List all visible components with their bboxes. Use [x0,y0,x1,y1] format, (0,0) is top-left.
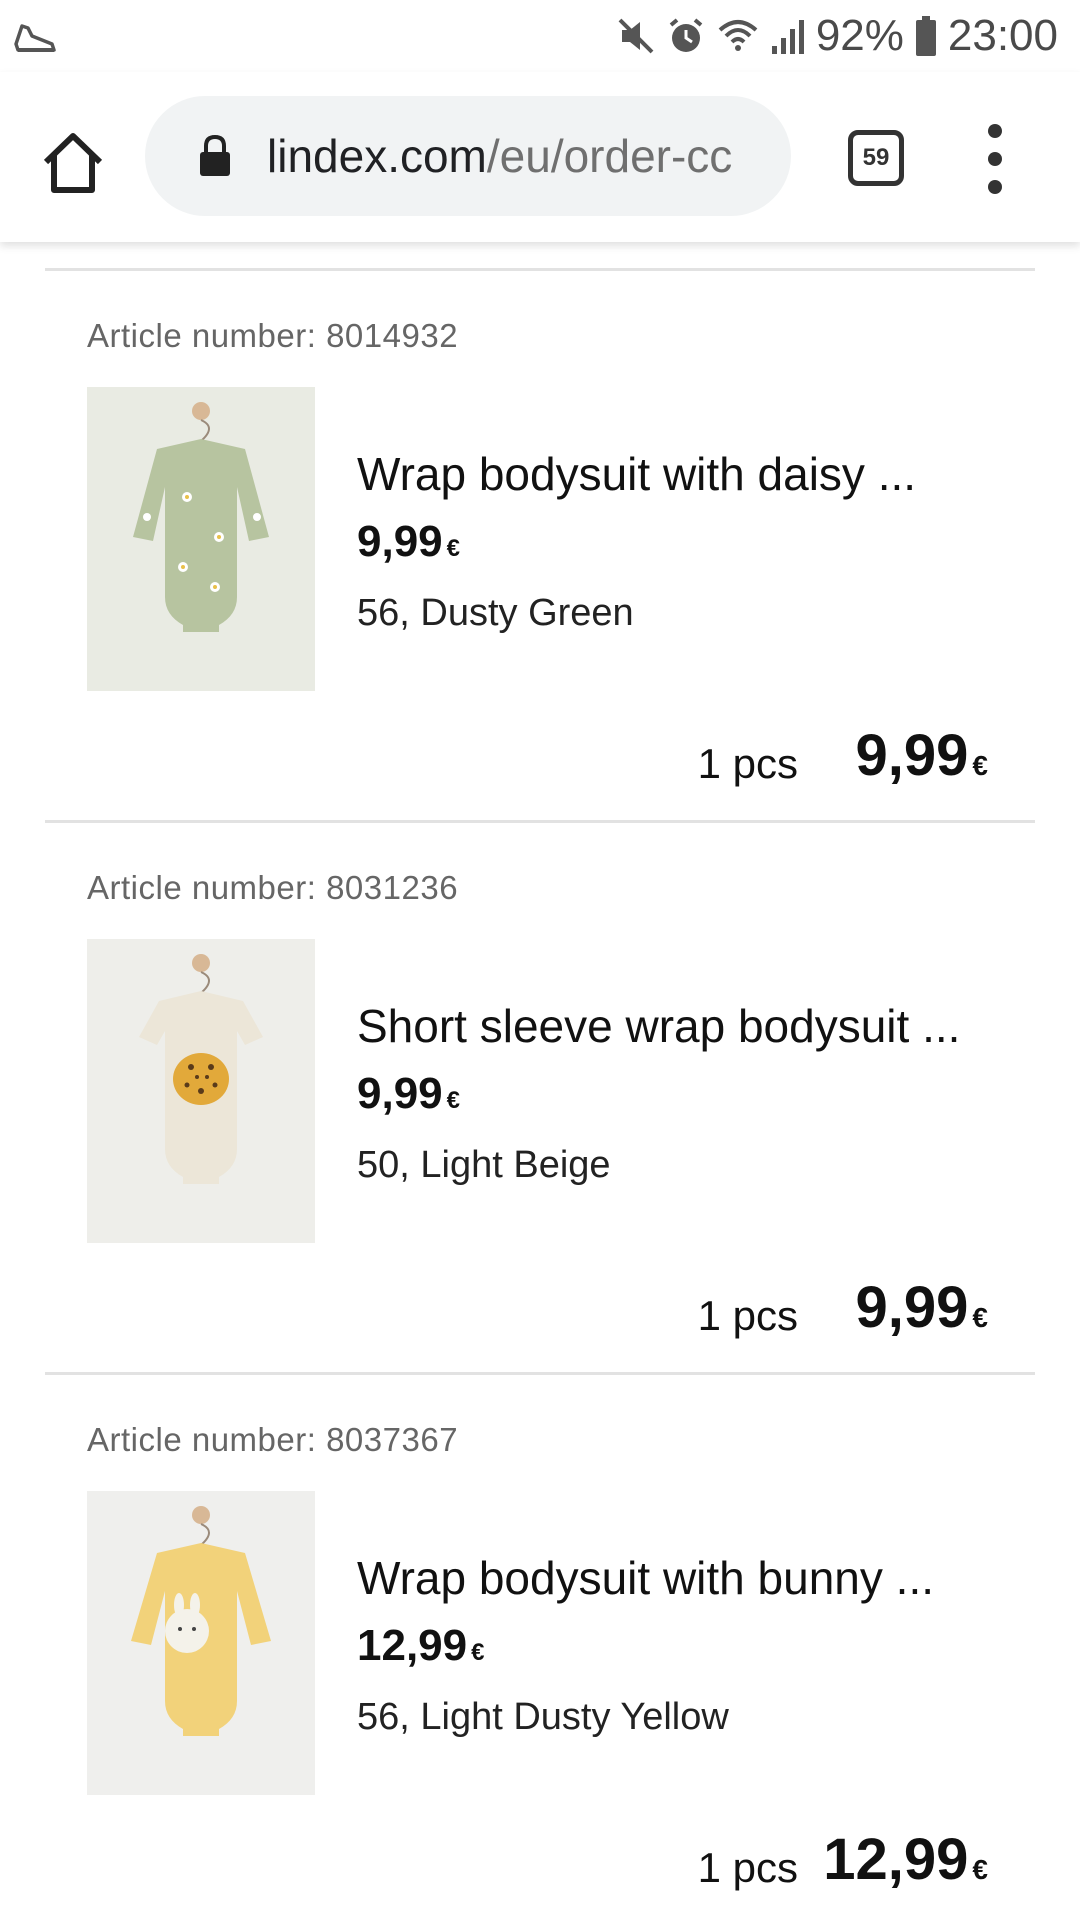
line-total: 9,99 € [856,1274,988,1341]
currency-symbol: € [972,1854,988,1885]
url-path: /eu/order-cc [486,130,733,182]
divider [45,820,1035,823]
unit-price: 9,99 € [357,517,460,567]
url-domain: lindex.com [267,130,487,182]
unit-price-value: 9,99 [357,517,443,566]
line-total-value: 12,99 [823,1827,969,1892]
signal-icon [770,16,806,56]
product-image[interactable] [87,1491,315,1795]
line-total-value: 9,99 [855,723,969,788]
unit-price-value: 12,99 [357,1621,468,1670]
order-items-list: Article number: 8014932 Wrap bodysuit wi… [0,242,1080,1920]
divider [45,1372,1035,1375]
line-total: 9,99 € [856,722,988,789]
divider [45,268,1035,271]
home-button[interactable] [38,128,108,198]
line-total-value: 9,99 [855,1275,969,1340]
address-bar[interactable]: lindex.com/eu/order-cc [145,96,791,216]
currency-symbol: € [972,750,988,781]
wifi-icon [716,16,760,56]
tab-switcher-button[interactable]: 59 [848,130,904,186]
size-color: 56, Dusty Green [357,592,634,634]
product-image[interactable] [87,387,315,691]
line-total: 12,99 € [823,1826,988,1893]
menu-dot [988,152,1002,166]
unit-price-value: 9,99 [357,1069,443,1118]
size-color: 56, Light Dusty Yellow [357,1696,729,1738]
menu-dot [988,180,1002,194]
size-color: 50, Light Beige [357,1144,611,1186]
currency-symbol: € [446,535,460,562]
mute-icon [616,16,656,56]
clock-time: 23:00 [947,11,1058,60]
home-icon [43,133,103,193]
article-number: Article number: 8014932 [87,317,459,354]
alarm-icon [666,16,706,56]
quantity: 1 pcs [697,1292,798,1339]
quantity: 1 pcs [697,1844,798,1891]
currency-symbol: € [471,1639,485,1666]
currency-symbol: € [972,1302,988,1333]
battery-percent: 92% [815,11,904,60]
more-menu-button[interactable] [980,124,1010,194]
shoe-notification-icon [12,14,62,58]
article-number: Article number: 8031236 [87,869,459,906]
unit-price: 12,99 € [357,1621,484,1671]
lock-icon [200,134,230,176]
menu-dot [988,124,1002,138]
product-name[interactable]: Short sleeve wrap bodysuit ... [357,999,960,1053]
product-name[interactable]: Wrap bodysuit with bunny ... [357,1551,934,1605]
battery-icon [914,15,938,57]
status-bar: 92% 23:00 [0,0,1080,72]
url-text: lindex.com/eu/order-cc [267,129,757,183]
order-item: Article number: 8037367 Wrap bodysuit wi… [0,1376,1080,1920]
currency-symbol: € [446,1087,460,1114]
order-item: Article number: 8031236 Short sleeve wra… [0,824,1080,1374]
article-number: Article number: 8037367 [87,1421,459,1458]
product-name[interactable]: Wrap bodysuit with daisy ... [357,447,916,501]
unit-price: 9,99 € [357,1069,460,1119]
product-image[interactable] [87,939,315,1243]
order-item: Article number: 8014932 Wrap bodysuit wi… [0,272,1080,822]
quantity: 1 pcs [697,740,798,787]
browser-toolbar: lindex.com/eu/order-cc 59 [0,72,1080,242]
